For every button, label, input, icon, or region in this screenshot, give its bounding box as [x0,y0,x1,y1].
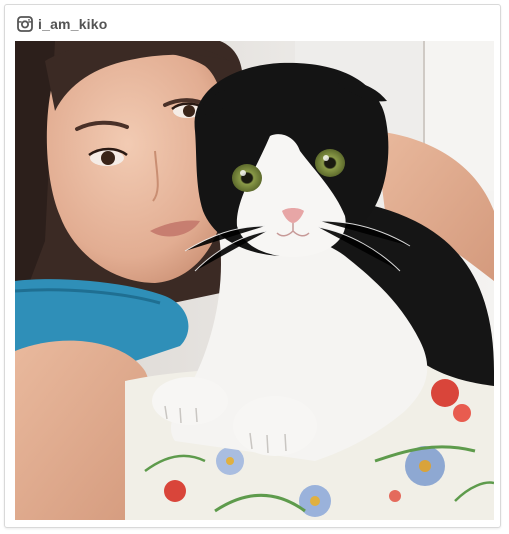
username-link[interactable]: i_am_kiko [38,16,108,32]
instagram-post-card: i_am_kiko [4,4,501,528]
post-header: i_am_kiko [17,14,108,34]
selfie-with-cat-image [15,41,494,520]
post-photo [15,41,494,520]
instagram-icon[interactable] [17,16,33,32]
